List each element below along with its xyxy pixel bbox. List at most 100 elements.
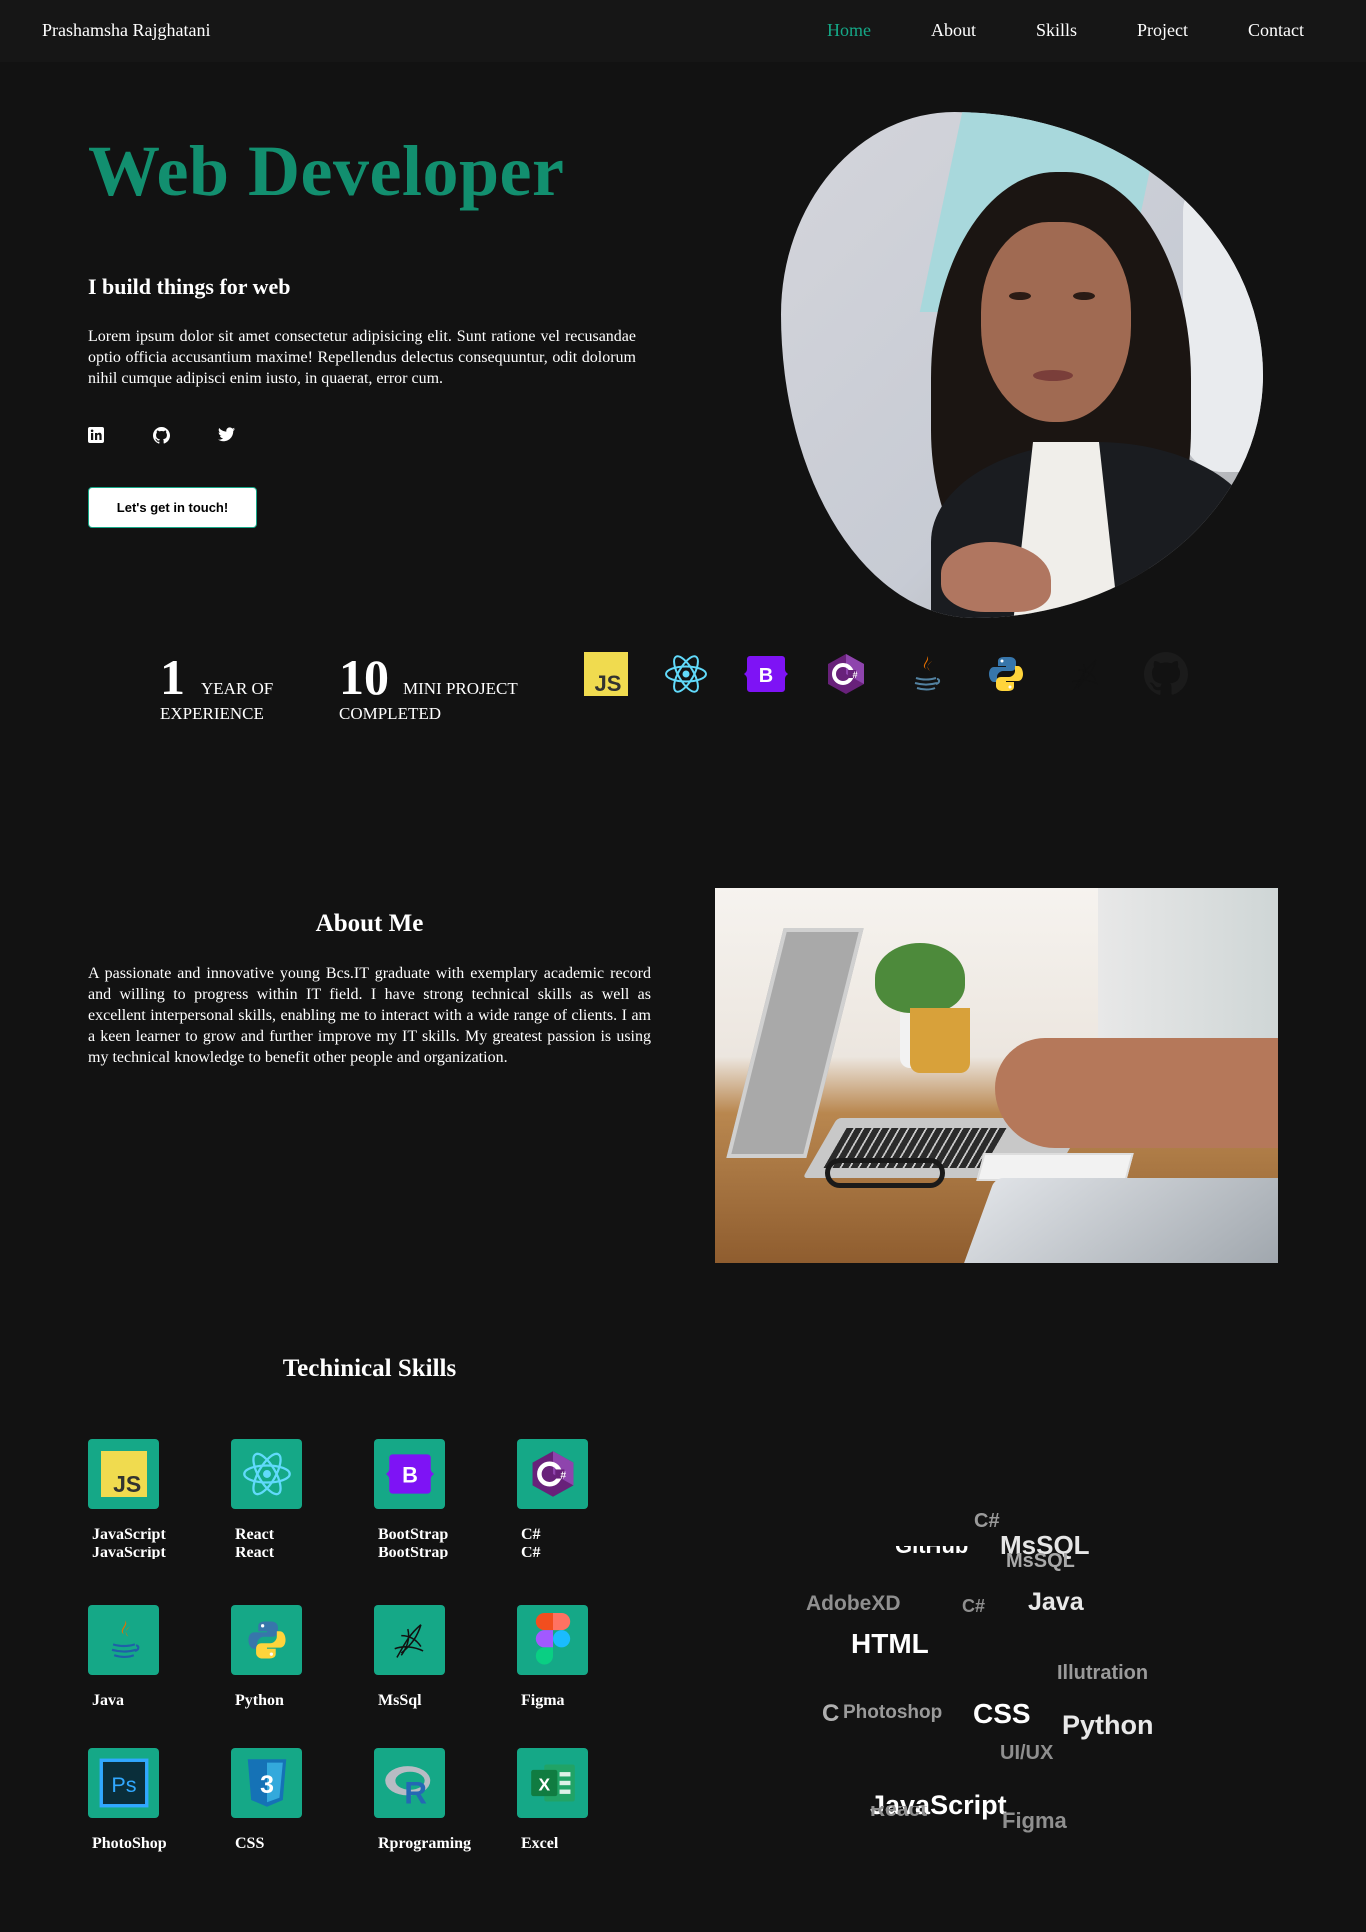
mssql-icon: [374, 1605, 445, 1675]
skill-react: React: [231, 1439, 341, 1544]
cloud-word: React: [870, 1806, 928, 1820]
skill-java: Java: [88, 1605, 198, 1710]
ghost-label: JavaScript: [92, 1547, 166, 1559]
about-title: About Me: [315, 910, 424, 937]
stat-experience-label: YEAR OF: [201, 679, 274, 698]
skill-bootstrap: B BootStrap: [374, 1439, 484, 1544]
cloud-word: CSS: [973, 1698, 1031, 1729]
skill-mssql: MsSql: [374, 1605, 484, 1710]
css-icon: 3: [231, 1748, 302, 1818]
skill-label: BootStrap: [378, 1526, 449, 1543]
cloud-word: C#: [974, 1510, 1000, 1532]
skill-excel: X Excel: [517, 1748, 627, 1853]
bootstrap-icon: B: [744, 652, 788, 696]
skill-python: Python: [231, 1605, 341, 1710]
photoshop-icon: Ps: [88, 1748, 159, 1818]
skill-label: Java: [92, 1692, 124, 1709]
react-icon: [664, 652, 708, 696]
about-photo: [715, 888, 1278, 1263]
nav-contact[interactable]: Contact: [1248, 20, 1304, 41]
stat-projects-label-2: COMPLETED: [339, 704, 441, 723]
java-icon: [88, 1605, 159, 1675]
excel-icon: X: [517, 1748, 588, 1818]
svg-text:X: X: [538, 1775, 550, 1795]
svg-text:R: R: [404, 1774, 427, 1806]
stat-projects: 10 MINI PROJECT COMPLETED: [339, 648, 518, 724]
profile-photo: [781, 112, 1263, 618]
nav-project[interactable]: Project: [1137, 20, 1188, 41]
stat-projects-number: 10: [339, 649, 389, 705]
cloud-word: C#: [962, 1596, 986, 1616]
skill-label: JavaScript: [92, 1526, 166, 1543]
javascript-icon: JS: [584, 652, 628, 696]
cloud-word: AdobeXD: [806, 1592, 901, 1615]
stat-experience: 1 YEAR OF EXPERIENCE: [160, 648, 273, 724]
stat-projects-label: MINI PROJECT: [403, 679, 518, 698]
skill-csharp: # C#: [517, 1439, 627, 1544]
skill-label: Excel: [521, 1835, 559, 1852]
skill-javascript: JS JavaScript: [88, 1439, 198, 1544]
skill-rprograming: R Rprograming: [374, 1748, 484, 1853]
svg-text:JS: JS: [113, 1471, 141, 1497]
about-text: A passionate and innovative young Bcs.IT…: [88, 965, 651, 1066]
cloud-word: Illutration: [1057, 1662, 1149, 1684]
skill-photoshop: Ps PhotoShop: [88, 1748, 198, 1853]
cloud-word: HTML: [851, 1628, 929, 1659]
cloud-word: Java: [1028, 1588, 1084, 1616]
csharp-icon: #: [517, 1439, 588, 1509]
nav-skills[interactable]: Skills: [1036, 20, 1077, 41]
brand-name[interactable]: Prashamsha Rajghatani: [42, 20, 210, 41]
ghost-label: BootStrap: [378, 1547, 449, 1559]
cloud-word: UI/UX: [1000, 1742, 1054, 1764]
skill-label: React: [235, 1526, 275, 1543]
hero-title: Web Developer: [88, 131, 565, 211]
javascript-icon: JS: [88, 1439, 159, 1509]
csharp-icon: #: [824, 652, 868, 696]
skills-word-cloud: C# MsSQL MsSQL GitHub AdobeXD C# Java HT…: [790, 1490, 1210, 1850]
svg-text:#: #: [560, 1471, 566, 1482]
svg-text:JS: JS: [595, 671, 622, 696]
hero-text: Lorem ipsum dolor sit amet consectetur a…: [88, 328, 636, 387]
nav-about[interactable]: About: [931, 20, 976, 41]
svg-text:Ps: Ps: [111, 1772, 136, 1797]
react-icon: [231, 1439, 302, 1509]
skill-label: PhotoShop: [92, 1835, 167, 1852]
skill-label: MsSql: [378, 1692, 422, 1709]
stat-experience-label-2: EXPERIENCE: [160, 704, 264, 723]
skill-label: Figma: [521, 1692, 565, 1709]
get-in-touch-button[interactable]: Let's get in touch!: [88, 487, 257, 528]
python-icon: [984, 652, 1028, 696]
svg-text:B: B: [402, 1463, 418, 1488]
skill-css: 3 CSS: [231, 1748, 341, 1853]
svg-text:B: B: [759, 665, 773, 687]
navbar: Prashamsha Rajghatani Home About Skills …: [0, 0, 1366, 62]
skills-title: Techinical Skills: [282, 1355, 457, 1382]
twitter-icon[interactable]: [218, 427, 235, 443]
social-links: [88, 427, 283, 444]
cloud-word: Python: [1062, 1710, 1154, 1740]
cloud-word: C: [822, 1700, 840, 1727]
figma-icon: [517, 1605, 588, 1675]
svg-text:3: 3: [260, 1771, 274, 1799]
nav-home[interactable]: Home: [827, 20, 871, 41]
github-icon[interactable]: [153, 427, 170, 444]
bootstrap-icon: B: [374, 1439, 445, 1509]
hero-subtitle: I build things for web: [88, 274, 291, 299]
skill-label: CSS: [235, 1835, 265, 1852]
cloud-word: Figma: [1002, 1808, 1067, 1833]
github-icon: [1144, 652, 1188, 696]
svg-text:#: #: [852, 670, 857, 680]
nav-links: Home About Skills Project Contact: [767, 20, 1304, 41]
cloud-word: GitHub: [895, 1546, 968, 1555]
python-icon: [231, 1605, 302, 1675]
skill-label: C#: [521, 1526, 541, 1543]
mssql-icon: [1064, 652, 1108, 696]
tech-icon-row: JS B #: [584, 652, 1224, 696]
skill-figma: Figma: [517, 1605, 627, 1710]
skill-label: Rprograming: [378, 1835, 472, 1852]
cloud-word: MsSQL: [1006, 1550, 1075, 1572]
skill-label: Python: [235, 1692, 284, 1709]
linkedin-icon[interactable]: [88, 427, 104, 443]
stat-experience-number: 1: [160, 649, 185, 705]
ghost-label: C#: [521, 1547, 541, 1559]
